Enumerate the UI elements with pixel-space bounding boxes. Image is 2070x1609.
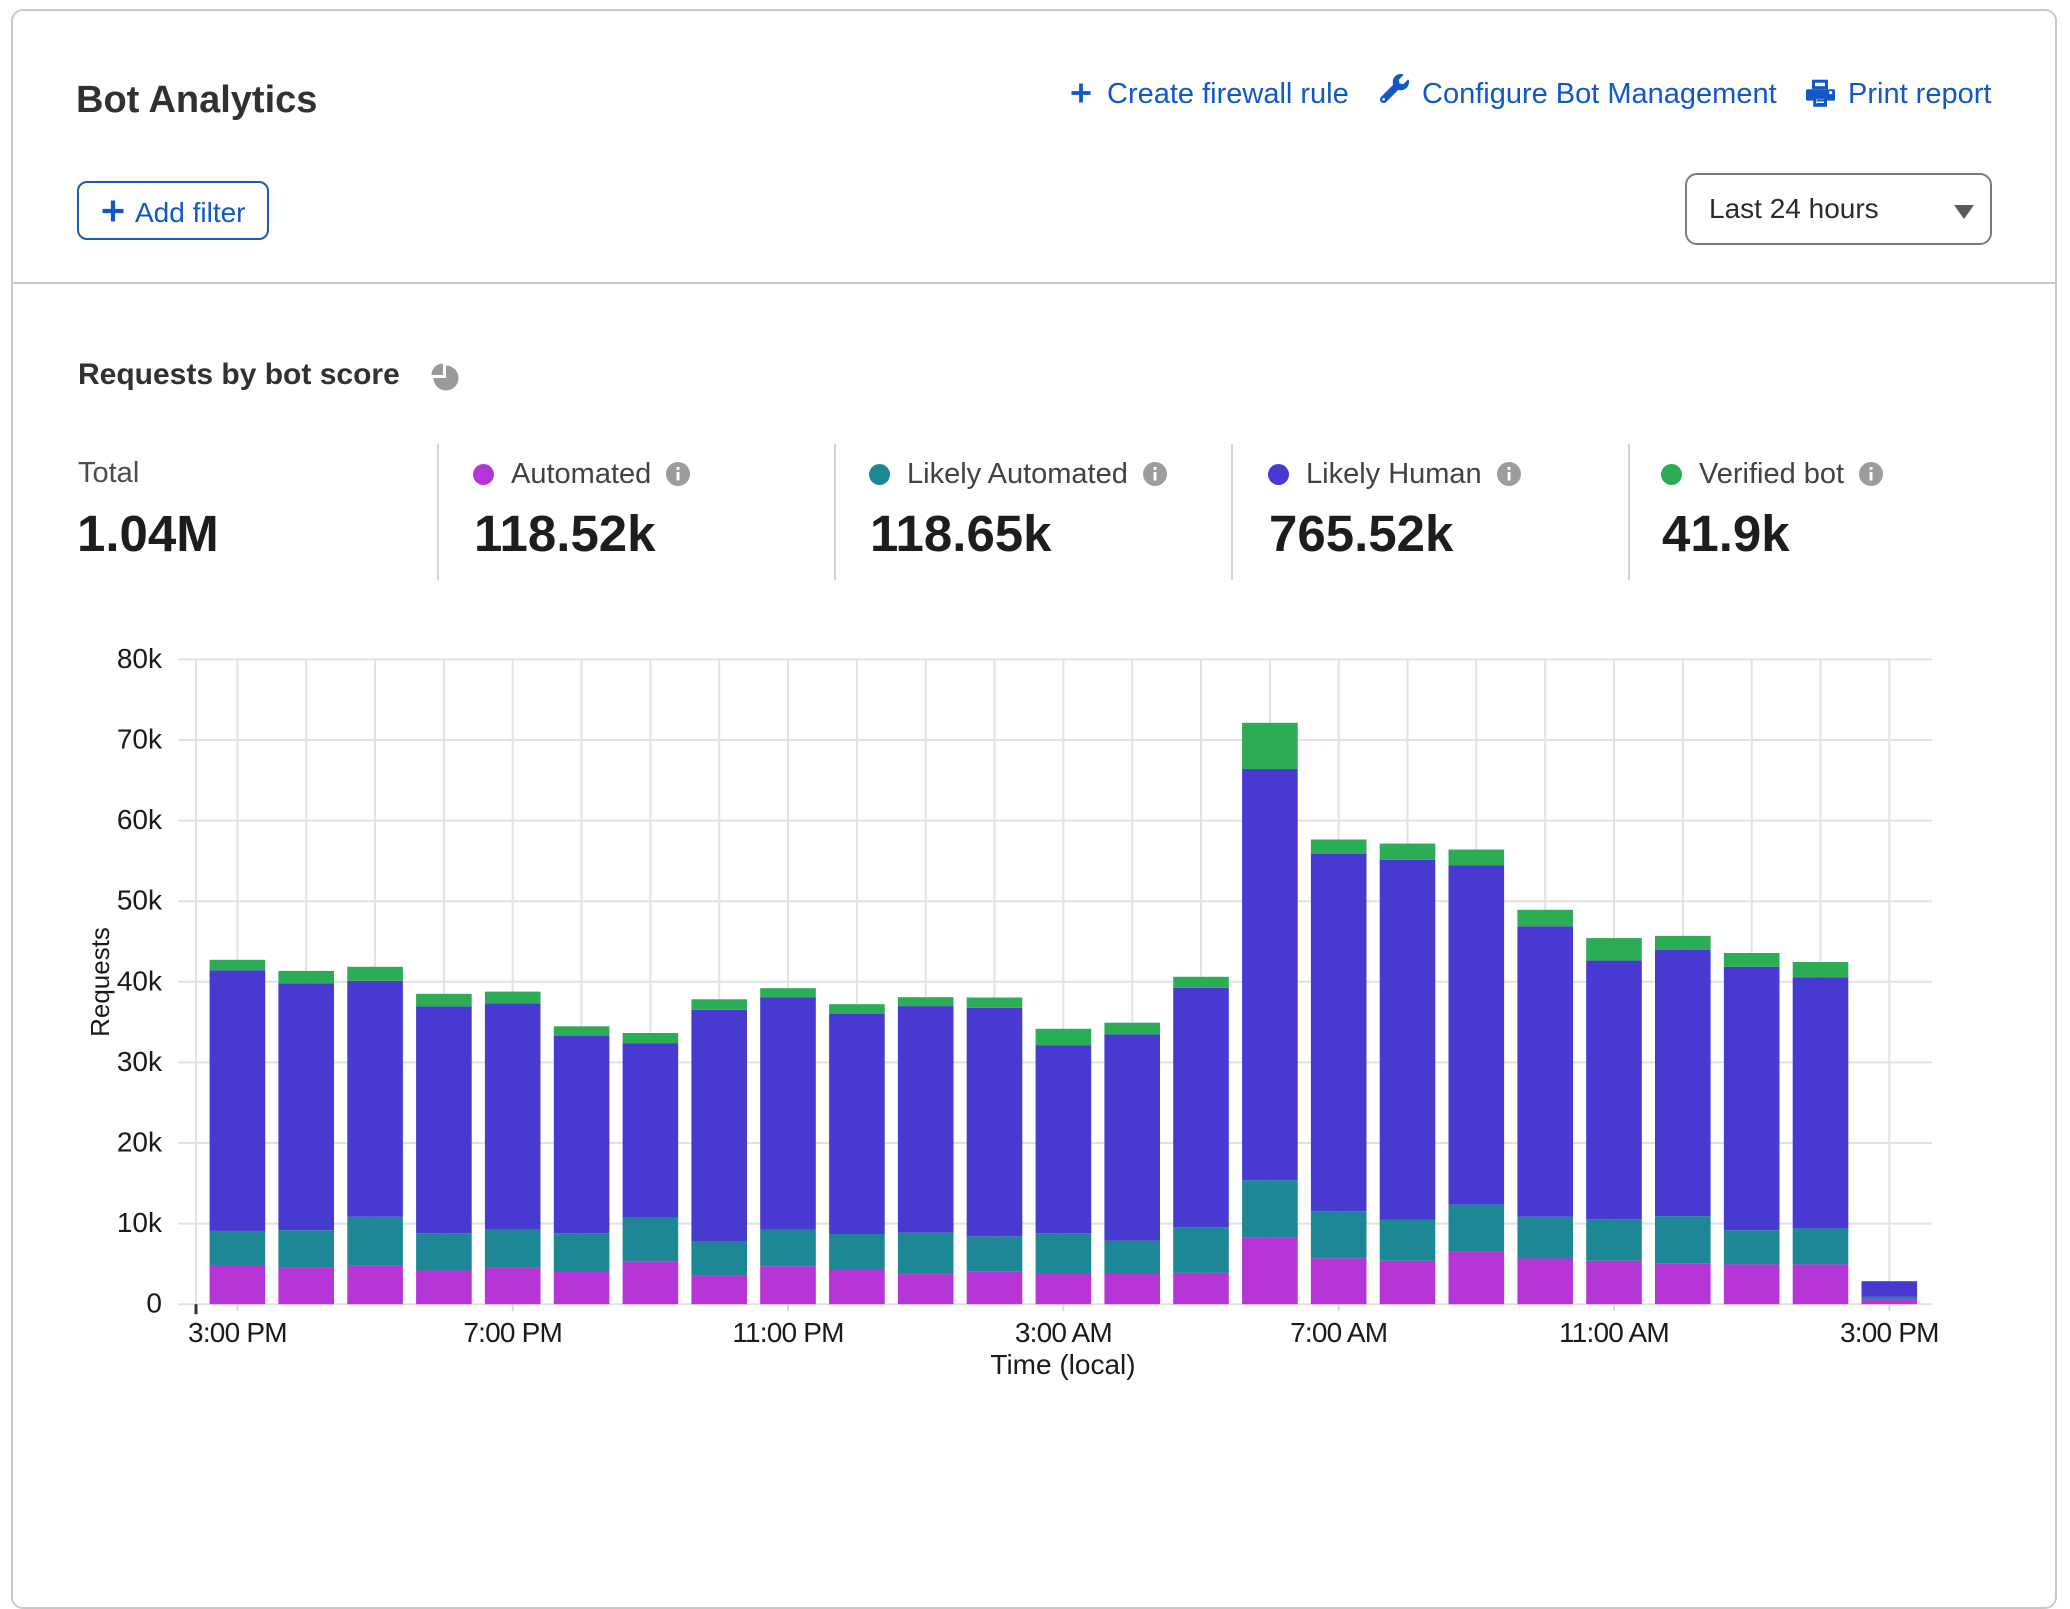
svg-text:10k: 10k (117, 1207, 163, 1238)
svg-text:20k: 20k (117, 1127, 163, 1158)
svg-text:11:00 PM: 11:00 PM (732, 1317, 843, 1348)
svg-text:0: 0 (146, 1288, 162, 1319)
svg-text:30k: 30k (117, 1046, 163, 1077)
svg-text:80k: 80k (117, 643, 163, 674)
svg-text:70k: 70k (117, 724, 163, 755)
svg-text:3:00 AM: 3:00 AM (1015, 1317, 1112, 1348)
svg-text:3:00 PM: 3:00 PM (1840, 1317, 1939, 1348)
svg-text:Requests: Requests (85, 927, 115, 1037)
svg-text:7:00 PM: 7:00 PM (463, 1317, 562, 1348)
svg-text:50k: 50k (117, 885, 163, 916)
svg-text:7:00 AM: 7:00 AM (1290, 1317, 1387, 1348)
svg-text:3:00 PM: 3:00 PM (188, 1317, 287, 1348)
svg-text:Time (local): Time (local) (990, 1349, 1135, 1380)
svg-text:40k: 40k (117, 965, 163, 996)
svg-text:11:00 AM: 11:00 AM (1559, 1317, 1669, 1348)
svg-text:60k: 60k (117, 804, 163, 835)
